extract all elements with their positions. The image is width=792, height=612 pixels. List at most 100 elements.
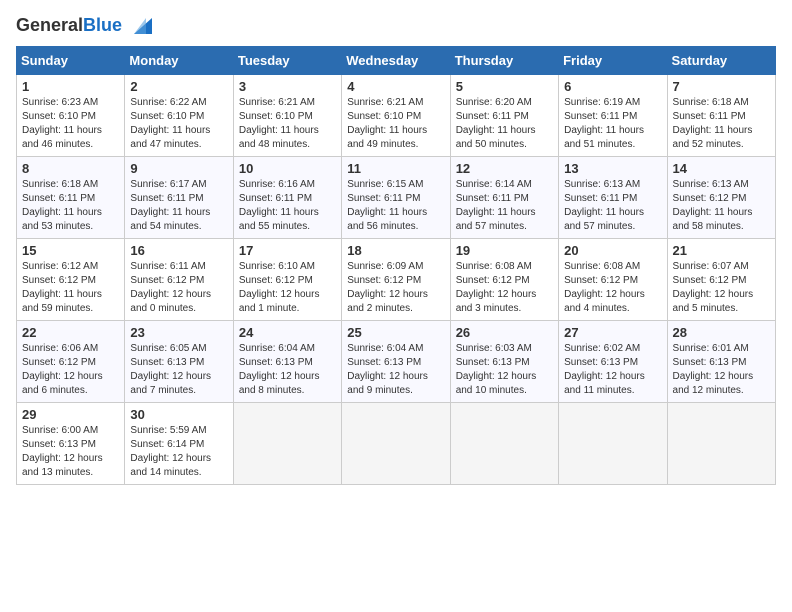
calendar-cell: 25 Sunrise: 6:04 AMSunset: 6:13 PMDayligh…: [342, 321, 450, 403]
day-number: 21: [673, 243, 770, 258]
day-number: 25: [347, 325, 444, 340]
logo-text: GeneralBlue: [16, 16, 122, 36]
day-number: 5: [456, 79, 553, 94]
day-info: Sunrise: 6:00 AMSunset: 6:13 PMDaylight:…: [22, 424, 119, 480]
day-info: Sunrise: 6:11 AMSunset: 6:12 PMDaylight:…: [130, 260, 227, 316]
day-info: Sunrise: 6:13 AMSunset: 6:12 PMDaylight:…: [673, 178, 770, 234]
day-info: Sunrise: 6:18 AMSunset: 6:11 PMDaylight:…: [22, 178, 119, 234]
calendar-cell: 10 Sunrise: 6:16 AMSunset: 6:11 PMDayligh…: [233, 157, 341, 239]
calendar-cell: [450, 403, 558, 485]
calendar-cell: 4 Sunrise: 6:21 AMSunset: 6:10 PMDaylight…: [342, 75, 450, 157]
calendar-cell: 23 Sunrise: 6:05 AMSunset: 6:13 PMDayligh…: [125, 321, 233, 403]
day-info: Sunrise: 6:14 AMSunset: 6:11 PMDaylight:…: [456, 178, 553, 234]
day-number: 4: [347, 79, 444, 94]
calendar-cell: 27 Sunrise: 6:02 AMSunset: 6:13 PMDayligh…: [559, 321, 667, 403]
day-number: 14: [673, 161, 770, 176]
day-info: Sunrise: 6:18 AMSunset: 6:11 PMDaylight:…: [673, 96, 770, 152]
day-number: 18: [347, 243, 444, 258]
calendar-cell: 8 Sunrise: 6:18 AMSunset: 6:11 PMDaylight…: [17, 157, 125, 239]
day-info: Sunrise: 6:07 AMSunset: 6:12 PMDaylight:…: [673, 260, 770, 316]
day-number: 22: [22, 325, 119, 340]
day-number: 12: [456, 161, 553, 176]
col-header-wednesday: Wednesday: [342, 47, 450, 75]
day-number: 27: [564, 325, 661, 340]
calendar-cell: 21 Sunrise: 6:07 AMSunset: 6:12 PMDayligh…: [667, 239, 775, 321]
day-number: 8: [22, 161, 119, 176]
calendar-cell: 9Sunrise: 6:17 AMSunset: 6:11 PMDaylight…: [125, 157, 233, 239]
calendar-cell: 24 Sunrise: 6:04 AMSunset: 6:13 PMDayligh…: [233, 321, 341, 403]
day-number: 30: [130, 407, 227, 422]
day-info: Sunrise: 6:21 AMSunset: 6:10 PMDaylight:…: [347, 96, 444, 152]
day-number: 2: [130, 79, 227, 94]
calendar-cell: 28 Sunrise: 6:01 AMSunset: 6:13 PMDayligh…: [667, 321, 775, 403]
day-number: 26: [456, 325, 553, 340]
day-number: 10: [239, 161, 336, 176]
calendar-cell: 1 Sunrise: 6:23 AMSunset: 6:10 PMDaylight…: [17, 75, 125, 157]
calendar-cell: 19 Sunrise: 6:08 AMSunset: 6:12 PMDayligh…: [450, 239, 558, 321]
day-number: 15: [22, 243, 119, 258]
page-header: GeneralBlue: [16, 16, 776, 36]
col-header-sunday: Sunday: [17, 47, 125, 75]
calendar-cell: 26 Sunrise: 6:03 AMSunset: 6:13 PMDayligh…: [450, 321, 558, 403]
calendar-cell: 18 Sunrise: 6:09 AMSunset: 6:12 PMDayligh…: [342, 239, 450, 321]
day-number: 24: [239, 325, 336, 340]
day-info: Sunrise: 6:22 AMSunset: 6:10 PMDaylight:…: [130, 96, 227, 152]
day-number: 20: [564, 243, 661, 258]
col-header-tuesday: Tuesday: [233, 47, 341, 75]
day-info: Sunrise: 6:12 AMSunset: 6:12 PMDaylight:…: [22, 260, 119, 316]
day-info: Sunrise: 6:01 AMSunset: 6:13 PMDaylight:…: [673, 342, 770, 398]
day-number: 16: [130, 243, 227, 258]
day-number: 19: [456, 243, 553, 258]
calendar-cell: 12 Sunrise: 6:14 AMSunset: 6:11 PMDayligh…: [450, 157, 558, 239]
calendar-cell: [667, 403, 775, 485]
day-number: 17: [239, 243, 336, 258]
day-info: Sunrise: 6:15 AMSunset: 6:11 PMDaylight:…: [347, 178, 444, 234]
day-info: Sunrise: 6:20 AMSunset: 6:11 PMDaylight:…: [456, 96, 553, 152]
logo-icon: [124, 16, 152, 36]
calendar-cell: 11 Sunrise: 6:15 AMSunset: 6:11 PMDayligh…: [342, 157, 450, 239]
day-info: Sunrise: 6:02 AMSunset: 6:13 PMDaylight:…: [564, 342, 661, 398]
col-header-saturday: Saturday: [667, 47, 775, 75]
day-number: 1: [22, 79, 119, 94]
calendar-cell: 3 Sunrise: 6:21 AMSunset: 6:10 PMDaylight…: [233, 75, 341, 157]
day-info: Sunrise: 6:06 AMSunset: 6:12 PMDaylight:…: [22, 342, 119, 398]
day-info: Sunrise: 6:23 AMSunset: 6:10 PMDaylight:…: [22, 96, 119, 152]
calendar-cell: 13 Sunrise: 6:13 AMSunset: 6:11 PMDayligh…: [559, 157, 667, 239]
day-info: Sunrise: 6:04 AMSunset: 6:13 PMDaylight:…: [347, 342, 444, 398]
calendar-cell: 5 Sunrise: 6:20 AMSunset: 6:11 PMDaylight…: [450, 75, 558, 157]
calendar-cell: 29 Sunrise: 6:00 AMSunset: 6:13 PMDayligh…: [17, 403, 125, 485]
calendar-table: SundayMondayTuesdayWednesdayThursdayFrid…: [16, 46, 776, 485]
day-info: Sunrise: 6:03 AMSunset: 6:13 PMDaylight:…: [456, 342, 553, 398]
col-header-friday: Friday: [559, 47, 667, 75]
calendar-cell: 20Sunrise: 6:08 AMSunset: 6:12 PMDayligh…: [559, 239, 667, 321]
col-header-thursday: Thursday: [450, 47, 558, 75]
calendar-cell: 30 Sunrise: 5:59 AMSunset: 6:14 PMDayligh…: [125, 403, 233, 485]
day-number: 3: [239, 79, 336, 94]
col-header-monday: Monday: [125, 47, 233, 75]
day-info: Sunrise: 6:13 AMSunset: 6:11 PMDaylight:…: [564, 178, 661, 234]
calendar-cell: 6 Sunrise: 6:19 AMSunset: 6:11 PMDaylight…: [559, 75, 667, 157]
calendar-cell: 16 Sunrise: 6:11 AMSunset: 6:12 PMDayligh…: [125, 239, 233, 321]
day-number: 23: [130, 325, 227, 340]
calendar-cell: 15 Sunrise: 6:12 AMSunset: 6:12 PMDayligh…: [17, 239, 125, 321]
day-info: Sunrise: 5:59 AMSunset: 6:14 PMDaylight:…: [130, 424, 227, 480]
day-info: Sunrise: 6:08 AMSunset: 6:12 PMDaylight:…: [456, 260, 553, 316]
calendar-cell: 2 Sunrise: 6:22 AMSunset: 6:10 PMDaylight…: [125, 75, 233, 157]
day-info: Sunrise: 6:04 AMSunset: 6:13 PMDaylight:…: [239, 342, 336, 398]
day-info: Sunrise: 6:09 AMSunset: 6:12 PMDaylight:…: [347, 260, 444, 316]
day-number: 6: [564, 79, 661, 94]
day-info: Sunrise: 6:05 AMSunset: 6:13 PMDaylight:…: [130, 342, 227, 398]
day-number: 28: [673, 325, 770, 340]
calendar-cell: [342, 403, 450, 485]
day-info: Sunrise: 6:17 AMSunset: 6:11 PMDaylight:…: [130, 178, 227, 234]
calendar-cell: 22 Sunrise: 6:06 AMSunset: 6:12 PMDayligh…: [17, 321, 125, 403]
day-info: Sunrise: 6:16 AMSunset: 6:11 PMDaylight:…: [239, 178, 336, 234]
calendar-cell: [233, 403, 341, 485]
day-number: 29: [22, 407, 119, 422]
logo: GeneralBlue: [16, 16, 152, 36]
day-number: 13: [564, 161, 661, 176]
day-info: Sunrise: 6:21 AMSunset: 6:10 PMDaylight:…: [239, 96, 336, 152]
day-number: 11: [347, 161, 444, 176]
calendar-cell: 14 Sunrise: 6:13 AMSunset: 6:12 PMDayligh…: [667, 157, 775, 239]
day-info: Sunrise: 6:19 AMSunset: 6:11 PMDaylight:…: [564, 96, 661, 152]
